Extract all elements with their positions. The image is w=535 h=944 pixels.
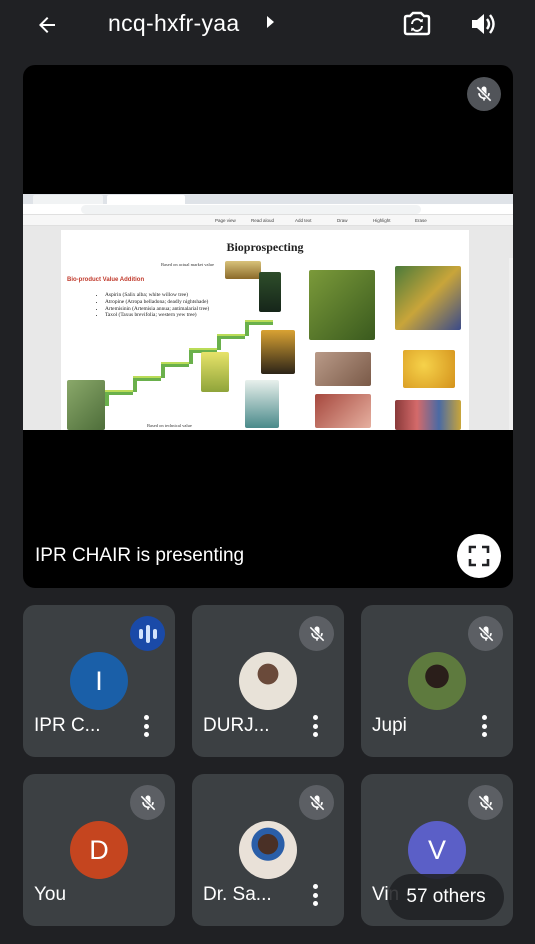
value-step-rise [217, 336, 221, 350]
avatar: V [408, 821, 466, 879]
participant-tile[interactable]: Jupi [361, 605, 513, 757]
value-step-rise [105, 392, 109, 406]
softgel-image [403, 350, 455, 388]
value-step-rise [189, 350, 193, 364]
value-step [161, 362, 189, 367]
slide-bullet: Artemisinin (Artemisia annua; antimalari… [105, 306, 227, 312]
avatar-photo [408, 652, 466, 710]
others-button[interactable]: 57 others [388, 874, 504, 920]
slide-bullet: Atropine (Atropa belladona; deadly night… [105, 299, 227, 305]
slide-note-bottom: Based on technical value [147, 423, 192, 428]
pdf-tool: Read aloud [251, 218, 275, 223]
medicine-jar-image [201, 352, 229, 392]
value-step-rise [161, 364, 165, 378]
caret-right-icon[interactable] [267, 16, 274, 28]
leaf-herb-image [309, 270, 375, 340]
shared-screen: Page view Read aloud Add text Draw Highl… [23, 194, 513, 430]
participant-name: You [34, 884, 67, 905]
participant-name: Dr. Sa... [203, 884, 272, 905]
mic-muted-indicator [130, 785, 165, 820]
presenter-mic-muted-indicator [467, 77, 501, 111]
audio-bar [145, 624, 150, 643]
mic-off-icon [476, 86, 492, 102]
more-options-button[interactable] [310, 713, 320, 739]
more-options-button[interactable] [310, 882, 320, 908]
mic-off-icon [139, 794, 156, 811]
browser-tab-active [107, 195, 185, 204]
participant-tile[interactable]: Dr. Sa... [192, 774, 344, 926]
value-step-rise [133, 378, 137, 392]
fullscreen-icon [468, 545, 490, 567]
avatar-photo [239, 821, 297, 879]
fruit-image [67, 380, 105, 430]
back-button[interactable] [30, 8, 64, 42]
presenter-label: IPR CHAIR is presenting [35, 545, 245, 566]
value-step [245, 320, 273, 325]
participant-tile[interactable]: D You [23, 774, 175, 926]
slide-bullet-list: Aspirin (Salix alba; white willow tree) … [97, 292, 227, 319]
pdf-tool: Highlight [373, 218, 391, 223]
tuber-image [315, 394, 371, 428]
pdf-tool: Page view [215, 218, 236, 223]
honey-jar-image [261, 330, 295, 374]
participant-name: Jupi [372, 715, 407, 736]
avatar-photo [239, 652, 297, 710]
top-bar: ncq-hxfr-yaa [0, 0, 535, 50]
switch-camera-icon [403, 11, 431, 36]
value-step [217, 334, 245, 339]
product-range-image [395, 266, 461, 330]
more-options-button[interactable] [141, 713, 151, 739]
browser-address-bar [23, 204, 513, 215]
mic-off-icon [308, 794, 325, 811]
fullscreen-button[interactable] [457, 534, 501, 578]
audio-bar [138, 628, 143, 639]
participant-tile[interactable]: I IPR C... [23, 605, 175, 757]
mic-off-icon [308, 625, 325, 642]
participant-name: IPR C... [34, 715, 101, 736]
participant-name: DURJ... [203, 715, 270, 736]
value-step [133, 376, 161, 381]
switch-camera-button[interactable] [400, 7, 434, 41]
mic-off-icon [477, 794, 494, 811]
slide-bullet: Aspirin (Salix alba; white willow tree) [105, 292, 227, 298]
value-step-rise [245, 322, 249, 336]
arrow-left-icon [39, 17, 55, 33]
browser-tab [33, 195, 103, 204]
meeting-code[interactable]: ncq-hxfr-yaa [108, 10, 239, 37]
slide-title: Bioprospecting [226, 240, 304, 254]
supplement-bottle-image [245, 380, 279, 428]
avatar: I [70, 652, 128, 710]
url-box [81, 205, 421, 214]
slide-bullet: Taxol (Taxus brevifolia; western yew tre… [105, 312, 227, 318]
slide-subtitle: Bio-product Value Addition [67, 277, 145, 283]
slide-note-top: Based on actual market value [161, 262, 214, 267]
participant-tile[interactable]: DURJ... [192, 605, 344, 757]
browser-tab-strip [23, 194, 513, 204]
mic-muted-indicator [468, 785, 503, 820]
more-options-button[interactable] [479, 713, 489, 739]
packaged-products-image [395, 400, 461, 430]
capsule-bottle-image [259, 272, 281, 312]
speaking-indicator [130, 616, 165, 651]
mic-muted-indicator [299, 616, 334, 651]
volume-icon [472, 14, 495, 34]
pdf-viewer: Bioprospecting Based on actual market va… [23, 226, 513, 430]
pdf-tool: Erase [415, 218, 427, 223]
pdf-tool: Add text [295, 218, 312, 223]
slide-page: Bioprospecting Based on actual market va… [61, 230, 469, 430]
pdf-toolbar: Page view Read aloud Add text Draw Highl… [23, 215, 513, 226]
mic-muted-indicator [468, 616, 503, 651]
avatar: D [70, 821, 128, 879]
speaker-button[interactable] [466, 7, 500, 41]
audio-bar [152, 628, 157, 639]
root-herb-image [315, 352, 371, 386]
product-box-image [225, 261, 261, 279]
pdf-scrollbar [509, 258, 513, 430]
pdf-tool: Draw [337, 218, 348, 223]
mic-muted-indicator [299, 785, 334, 820]
mic-off-icon [477, 625, 494, 642]
presentation-stage[interactable]: Page view Read aloud Add text Draw Highl… [23, 65, 513, 588]
value-step [105, 390, 133, 395]
